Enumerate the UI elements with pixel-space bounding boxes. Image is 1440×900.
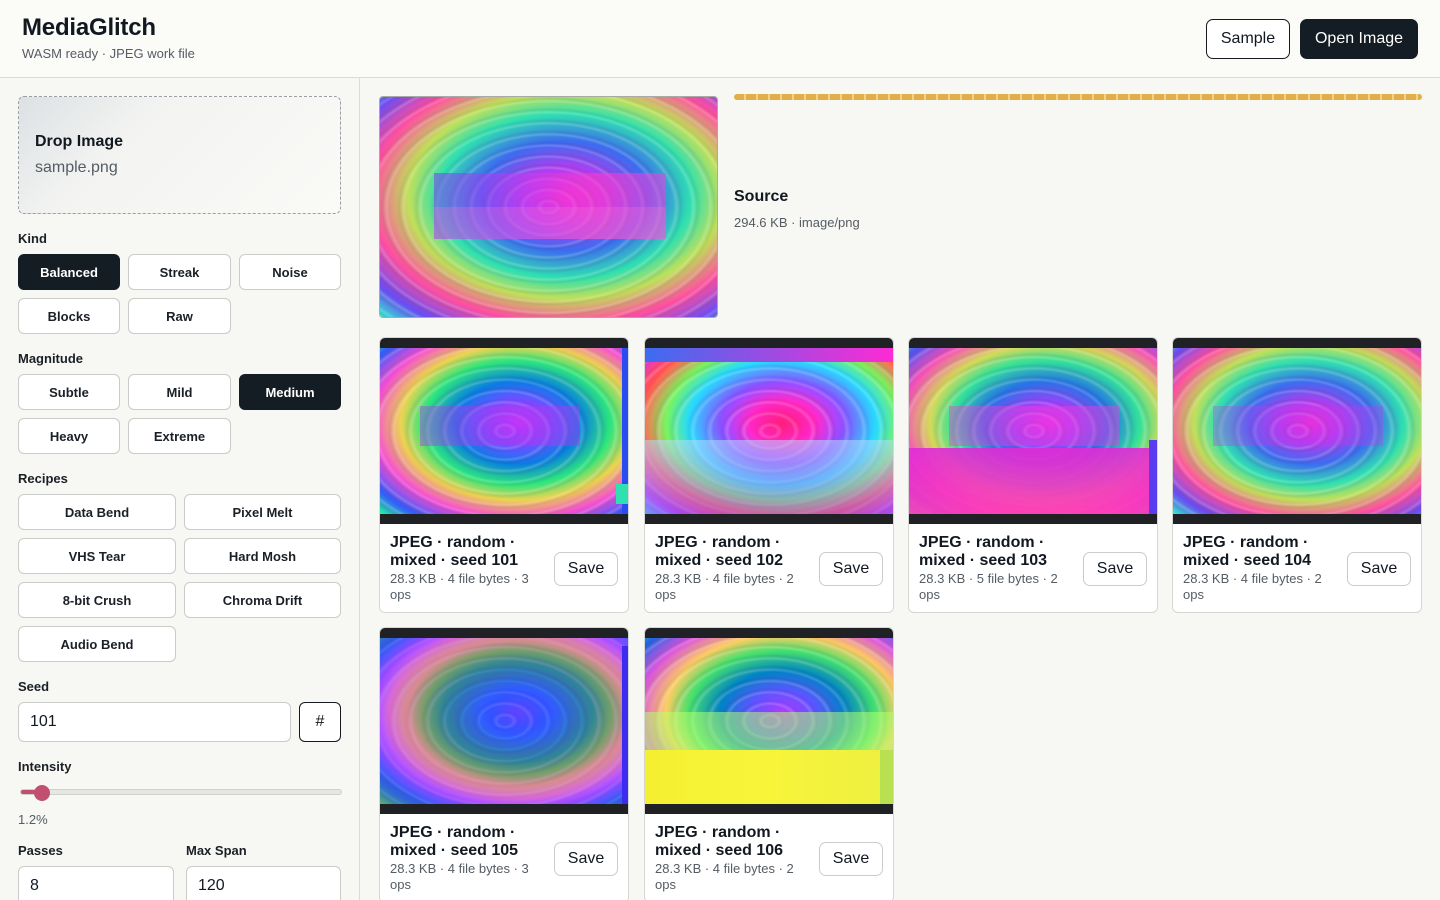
result-card: JPEG · random · mixed · seed 102 28.3 KB… [644,337,894,613]
results-area: Source 294.6 KB · image/png JPEG · rando… [361,78,1440,900]
result-meta: 28.3 KB · 4 file bytes · 2 ops [1183,571,1322,602]
result-card: JPEG · random · mixed · seed 101 28.3 KB… [379,337,629,613]
result-thumbnail[interactable] [645,338,893,524]
result-thumbnail[interactable] [645,628,893,814]
recipe-audio-bend-button[interactable]: Audio Bend [18,626,176,662]
result-meta: 28.3 KB · 4 file bytes · 3 ops [390,861,529,892]
kind-blocks-button[interactable]: Blocks [18,298,120,334]
kind-streak-button[interactable]: Streak [128,254,231,290]
intensity-slider-thumb[interactable] [33,785,50,801]
max-span-input[interactable] [186,866,341,900]
controls-sidebar: Drop Image sample.png Kind Balanced Stre… [0,78,360,900]
result-card: JPEG · random · mixed · seed 105 28.3 KB… [379,627,629,900]
recipe-hard-mosh-button[interactable]: Hard Mosh [184,538,341,574]
recipe-pixel-melt-button[interactable]: Pixel Melt [184,494,341,530]
save-button[interactable]: Save [819,552,883,586]
kind-noise-button[interactable]: Noise [239,254,341,290]
magnitude-label: Magnitude [18,351,83,366]
save-button[interactable]: Save [1347,552,1411,586]
result-title: JPEG · random · mixed · seed 104 [1183,534,1312,569]
app-title: MediaGlitch [22,14,156,41]
kind-balanced-button[interactable]: Balanced [18,254,120,290]
source-title: Source [734,188,789,205]
magnitude-mild-button[interactable]: Mild [128,374,231,410]
result-meta: 28.3 KB · 4 file bytes · 2 ops [655,571,794,602]
recipe-vhs-tear-button[interactable]: VHS Tear [18,538,176,574]
result-thumbnail[interactable] [380,628,628,814]
result-title: JPEG · random · mixed · seed 106 [655,824,784,859]
seed-input[interactable] [18,702,291,742]
random-seed-button[interactable]: # [299,702,341,742]
result-title: JPEG · random · mixed · seed 105 [390,824,519,859]
result-meta: 28.3 KB · 4 file bytes · 3 ops [390,571,529,602]
result-title: JPEG · random · mixed · seed 101 [390,534,519,569]
kind-label: Kind [18,231,47,246]
max-span-label: Max Span [186,843,247,858]
magnitude-medium-button[interactable]: Medium [239,374,341,410]
magnitude-heavy-button[interactable]: Heavy [18,418,120,454]
result-thumbnail[interactable] [1173,338,1421,524]
save-button[interactable]: Save [554,552,618,586]
passes-label: Passes [18,843,63,858]
dropzone-title: Drop Image [35,133,124,150]
magnitude-subtle-button[interactable]: Subtle [18,374,120,410]
result-meta: 28.3 KB · 4 file bytes · 2 ops [655,861,794,892]
dropzone-filename: sample.png [35,159,118,176]
result-title: JPEG · random · mixed · seed 102 [655,534,784,569]
result-thumbnail[interactable] [909,338,1157,524]
source-image [379,96,718,318]
intensity-label: Intensity [18,759,72,774]
save-button[interactable]: Save [554,842,618,876]
image-dropzone[interactable]: Drop Image sample.png [18,96,341,214]
recipe-chroma-drift-button[interactable]: Chroma Drift [184,582,341,618]
recipes-label: Recipes [18,471,68,486]
seed-label: Seed [18,679,50,694]
result-card: JPEG · random · mixed · seed 103 28.3 KB… [908,337,1158,613]
open-image-button[interactable]: Open Image [1300,19,1418,59]
intensity-slider[interactable] [20,785,342,801]
result-card: JPEG · random · mixed · seed 104 28.3 KB… [1172,337,1422,613]
progress-bar [734,94,1422,100]
passes-input[interactable] [18,866,174,900]
result-thumbnail[interactable] [380,338,628,524]
source-meta: 294.6 KB · image/png [734,215,860,230]
result-meta: 28.3 KB · 5 file bytes · 2 ops [919,571,1058,602]
magnitude-extreme-button[interactable]: Extreme [128,418,231,454]
save-button[interactable]: Save [1083,552,1147,586]
engine-status: WASM ready · JPEG work file [22,46,195,61]
app-header: MediaGlitch WASM ready · JPEG work file … [0,0,1440,78]
result-title: JPEG · random · mixed · seed 103 [919,534,1048,569]
kind-raw-button[interactable]: Raw [128,298,231,334]
recipe-data-bend-button[interactable]: Data Bend [18,494,176,530]
result-card: JPEG · random · mixed · seed 106 28.3 KB… [644,627,894,900]
save-button[interactable]: Save [819,842,883,876]
intensity-value: 1.2% [18,812,48,827]
recipe-8bit-crush-button[interactable]: 8-bit Crush [18,582,176,618]
sample-button[interactable]: Sample [1206,19,1290,59]
